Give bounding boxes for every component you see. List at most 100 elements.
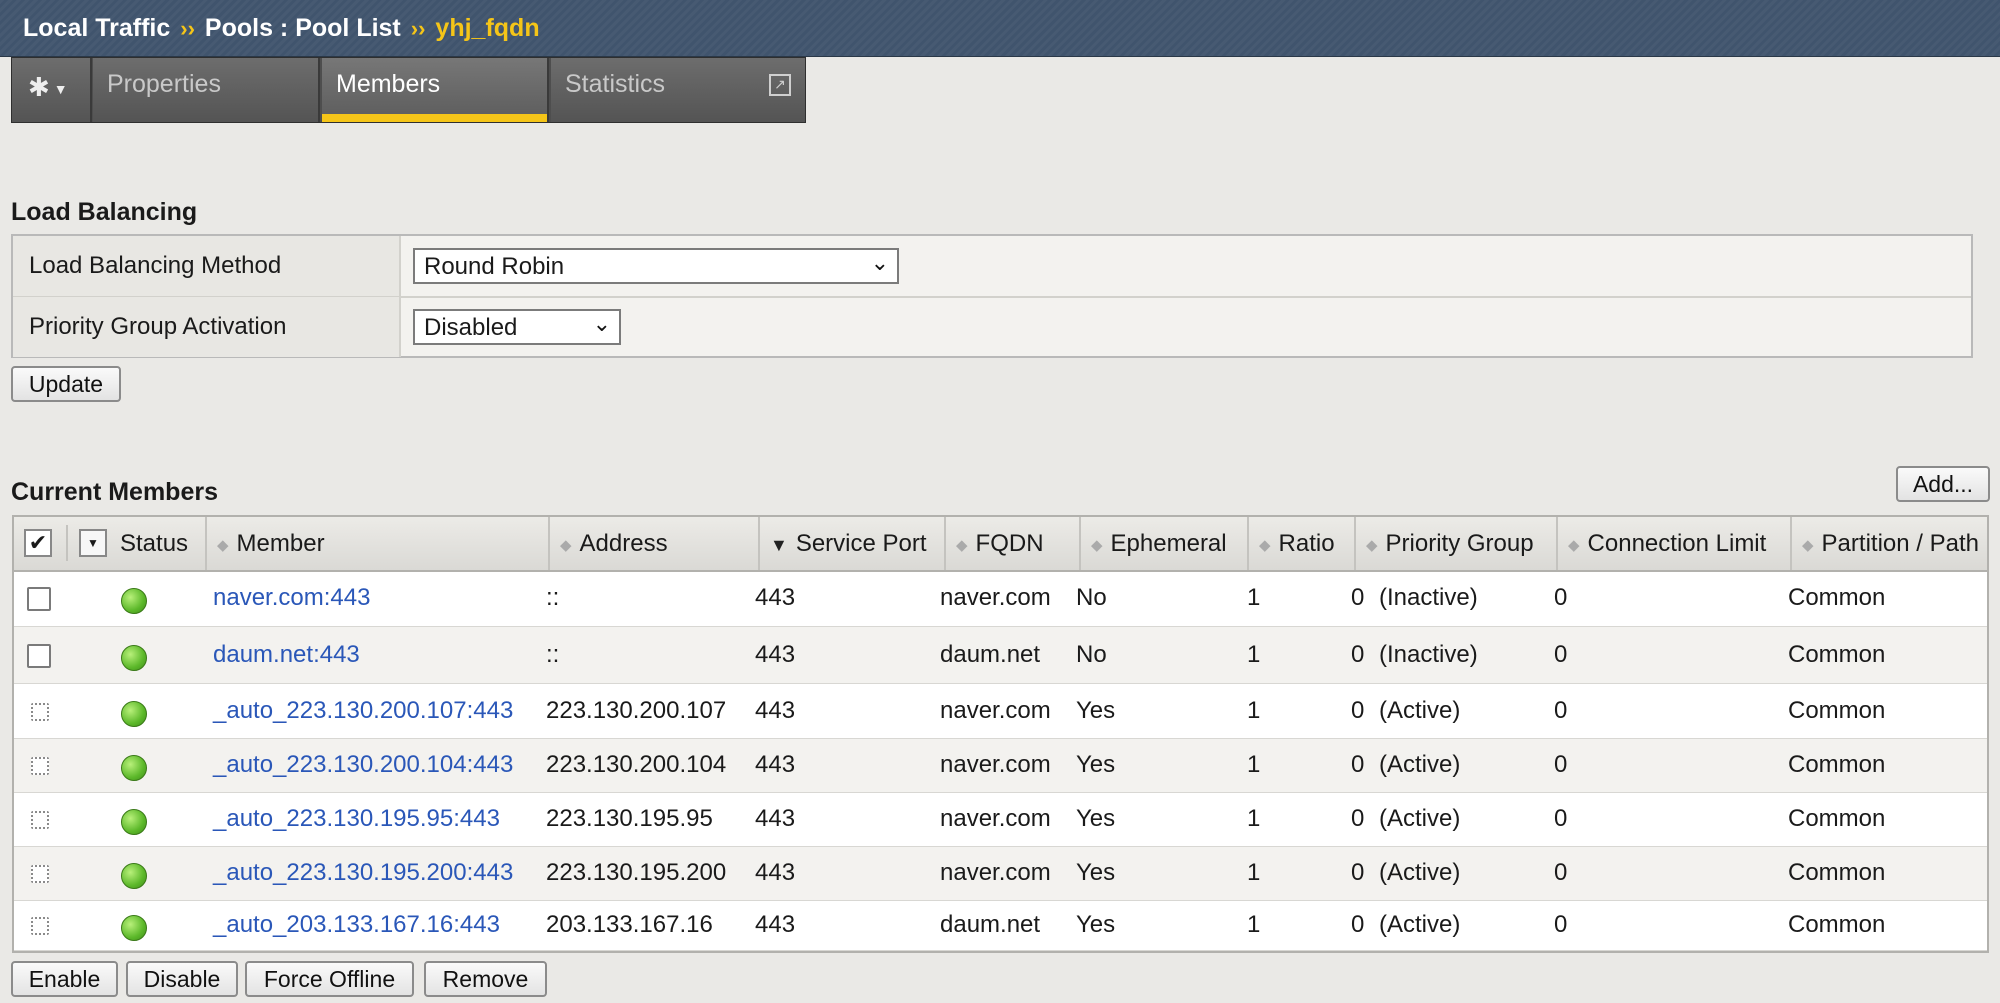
header-partition-path[interactable]: ◆ Partition / Path <box>1792 517 1987 570</box>
header-status[interactable]: Status <box>120 530 188 558</box>
table-row[interactable]: daum.net:443:: 443 daum.net No 1 0 (Inactive) 0… <box>14 627 1987 684</box>
sort-icon: ◆ <box>1802 536 1814 554</box>
header-member-label: Member <box>236 530 325 557</box>
table-row[interactable]: _auto_223.130.195.95:443 223.130.195.95 44… <box>14 793 1987 847</box>
tab-strip: ✱ ▼ Properties Members Statistics ↗ <box>11 57 806 123</box>
disable-button[interactable]: Disable <box>126 961 238 997</box>
update-button[interactable]: Update <box>11 366 121 402</box>
header-address[interactable]: ◆ Address <box>550 517 760 570</box>
lb-method-select[interactable]: Round Robin ⌄ <box>413 248 899 284</box>
priority-activation-value: Disabled <box>424 314 518 341</box>
table-row[interactable]: _auto_223.130.200.104:443 223.130.200.104… <box>14 739 1987 793</box>
member-connection-limit: 0 <box>1554 911 1568 938</box>
member-link[interactable]: _auto_223.130.195.200:443 <box>213 859 513 887</box>
row-checkbox <box>31 865 49 883</box>
sort-icon: ◆ <box>217 536 229 554</box>
row-checkbox[interactable] <box>27 644 51 668</box>
tab-members[interactable]: Members <box>322 58 549 122</box>
row-checkbox <box>31 703 49 721</box>
tab-statistics[interactable]: Statistics ↗ <box>551 58 805 122</box>
breadcrumb-pool-list[interactable]: Pools : Pool List <box>205 14 401 42</box>
add-member-button[interactable]: Add... <box>1896 466 1990 502</box>
lb-method-row: Load Balancing Method Round Robin ⌄ <box>13 236 1971 298</box>
member-ratio: 1 <box>1247 641 1261 668</box>
member-partition: Common <box>1788 911 1886 938</box>
member-address: 223.130.195.200 <box>546 859 727 886</box>
member-ratio: 1 <box>1247 911 1261 938</box>
status-available-icon <box>121 701 147 727</box>
current-members-title: Current Members <box>11 478 218 506</box>
force-offline-button[interactable]: Force Offline <box>245 961 414 997</box>
load-balancing-title: Load Balancing <box>11 198 198 226</box>
member-address: :: <box>546 584 560 611</box>
members-table: ✔ ▼ Status ◆ Member ◆ Address ▼ Service Por… <box>12 515 1989 953</box>
member-ephemeral: Yes <box>1076 859 1116 886</box>
breadcrumb: Local Traffic ›› Pools : Pool List ›› yhj_fq… <box>23 14 540 43</box>
row-checkbox[interactable] <box>27 587 51 611</box>
select-menu-dropdown[interactable]: ▼ <box>79 529 107 557</box>
member-connection-limit: 0 <box>1554 697 1568 724</box>
member-partition: Common <box>1788 697 1886 724</box>
member-link[interactable]: naver.com:443 <box>213 584 370 612</box>
status-available-icon <box>121 863 147 889</box>
member-address: 223.130.195.95 <box>546 805 713 832</box>
priority-activation-select[interactable]: Disabled ⌄ <box>413 309 621 345</box>
header-address-label: Address <box>579 530 668 557</box>
load-balancing-table: Load Balancing Method Round Robin ⌄ Prio… <box>11 234 1973 358</box>
table-row[interactable]: _auto_223.130.200.107:443 223.130.200.107… <box>14 684 1987 739</box>
member-link[interactable]: _auto_223.130.195.95:443 <box>213 805 500 833</box>
row-checkbox <box>31 917 49 935</box>
member-partition: Common <box>1788 584 1886 611</box>
header-priority-group[interactable]: ◆ Priority Group <box>1356 517 1558 570</box>
member-address: :: <box>546 641 560 668</box>
sort-icon: ◆ <box>956 536 968 554</box>
member-priority-group: 0 <box>1351 584 1365 611</box>
header-service-port[interactable]: ▼ Service Port <box>760 517 946 570</box>
breadcrumb-separator: ›› <box>180 16 195 41</box>
member-priority-state: (Inactive) <box>1379 584 1478 611</box>
member-fqdn: naver.com <box>940 584 1051 611</box>
table-row[interactable]: naver.com:443:: 443 naver.com No 1 0 (Inactive… <box>14 570 1987 627</box>
tab-gear-menu[interactable]: ✱ ▼ <box>12 58 92 122</box>
enable-button[interactable]: Enable <box>11 961 118 997</box>
header-ratio-label: Ratio <box>1278 530 1335 557</box>
member-link[interactable]: daum.net:443 <box>213 641 360 669</box>
member-fqdn: daum.net <box>940 641 1041 668</box>
tab-properties[interactable]: Properties <box>93 58 320 122</box>
header-connection-limit[interactable]: ◆ Connection Limit <box>1558 517 1792 570</box>
select-all-checkbox[interactable]: ✔ <box>24 529 52 557</box>
member-link[interactable]: _auto_223.130.200.104:443 <box>213 751 513 779</box>
table-row[interactable]: _auto_223.130.195.200:443 223.130.195.200… <box>14 847 1987 901</box>
member-link[interactable]: _auto_223.130.200.107:443 <box>213 697 513 725</box>
header-ratio[interactable]: ◆ Ratio <box>1249 517 1356 570</box>
member-connection-limit: 0 <box>1554 641 1568 668</box>
member-ratio: 1 <box>1247 859 1261 886</box>
breadcrumb-current: yhj_fqdn <box>435 14 540 42</box>
member-connection-limit: 0 <box>1554 584 1568 611</box>
header-fqdn[interactable]: ◆ FQDN <box>946 517 1081 570</box>
member-link[interactable]: _auto_203.133.167.16:443 <box>213 911 500 939</box>
breadcrumb-separator: ›› <box>410 16 426 41</box>
member-ephemeral: No <box>1076 641 1107 668</box>
header-service-port-label: Service Port <box>795 530 927 557</box>
member-fqdn: daum.net <box>940 911 1041 938</box>
member-service-port: 443 <box>755 697 796 724</box>
status-available-icon <box>121 645 147 671</box>
remove-button[interactable]: Remove <box>424 961 547 997</box>
member-connection-limit: 0 <box>1554 859 1568 886</box>
sort-icon: ◆ <box>560 536 572 554</box>
breadcrumb-bar: Local Traffic ›› Pools : Pool List ›› yhj_fq… <box>0 0 2000 57</box>
member-priority-state: (Active) <box>1379 911 1461 938</box>
external-link-icon[interactable]: ↗ <box>769 74 791 96</box>
header-ephemeral[interactable]: ◆ Ephemeral <box>1081 517 1249 570</box>
header-partition-path-label: Partition / Path <box>1821 530 1979 557</box>
member-service-port: 443 <box>755 805 796 832</box>
lb-method-label: Load Balancing Method <box>13 236 401 296</box>
member-ephemeral: Yes <box>1076 697 1116 724</box>
table-row[interactable]: _auto_203.133.167.16:443 203.133.167.16 44… <box>14 901 1987 951</box>
header-member[interactable]: ◆ Member <box>207 517 550 570</box>
priority-activation-label: Priority Group Activation <box>13 297 401 357</box>
member-priority-group: 0 <box>1351 751 1365 778</box>
breadcrumb-local-traffic[interactable]: Local Traffic <box>23 14 170 42</box>
member-priority-group: 0 <box>1351 911 1365 938</box>
